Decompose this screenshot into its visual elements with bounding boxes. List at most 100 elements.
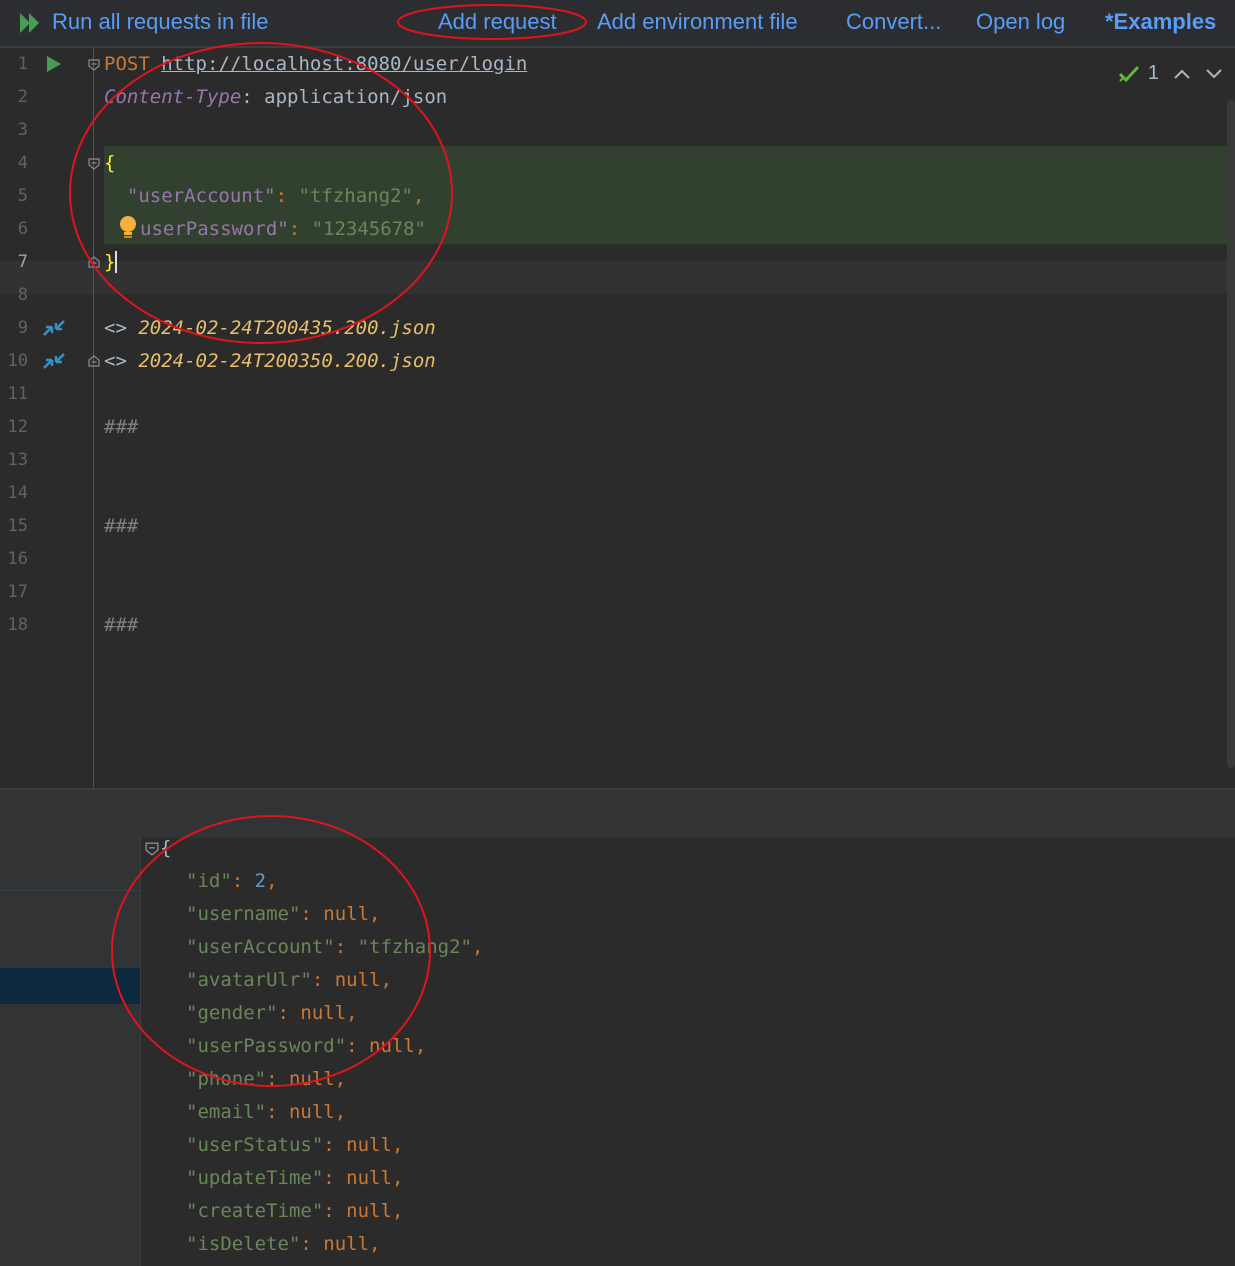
compare-with-file-icon[interactable] [40,348,68,374]
http-method: POST [104,53,150,75]
line-number: 13 [7,450,28,470]
line-number: 4 [17,153,28,173]
response-file-name[interactable]: 2024-02-24T200435.200.json [138,317,435,339]
json-key: "userAccount" [186,936,335,958]
file-prefix: <> [104,350,139,372]
json-value: null [369,1035,415,1057]
response-json-line: "email": null, [186,1101,347,1123]
json-value: null [346,1167,392,1189]
line-number: 7 [17,252,28,272]
json-key: "gender" [186,1002,278,1024]
json-key: "userPassword" [186,1035,347,1057]
sidebar-selected-item[interactable] [0,968,140,1004]
add-request-link[interactable]: Add request [438,9,557,35]
request-separator: ### [104,416,139,438]
line-number: 14 [7,483,28,503]
response-json-line: "phone": null, [186,1068,347,1090]
chevron-up-icon[interactable] [1173,68,1191,80]
http-request-editor[interactable]: 1 2 3 4 5 6 7 8 9 10 11 12 13 14 15 16 17 18 POST http://… [0,48,1235,788]
examples-link[interactable]: *Examples [1105,9,1216,35]
editor-scrollbar[interactable] [1227,100,1235,768]
response-json-line: "userStatus": null, [186,1134,404,1156]
line-number: 8 [17,285,28,305]
line-number: 5 [17,186,28,206]
request-line[interactable]: POST http://localhost:8080/user/login [104,48,527,81]
json-value: "tfzhang2" [298,185,413,207]
fold-end-icon[interactable] [88,355,100,367]
line-number: 12 [7,417,28,437]
chevron-down-icon[interactable] [1205,68,1223,80]
response-json-line: "userPassword": null, [186,1035,427,1057]
response-file-name[interactable]: 2024-02-24T200350.200.json [138,350,435,372]
json-key: "id" [186,870,232,892]
body-line-user-account[interactable]: "userAccount": "tfzhang2", [104,180,424,213]
add-environment-file-link[interactable]: Add environment file [597,9,798,35]
compare-with-file-icon[interactable] [40,315,68,341]
json-key: "isDelete" [186,1233,301,1255]
json-value: "tfzhang2" [357,936,472,958]
request-separator: ### [104,614,139,636]
header-separator: : [241,86,265,108]
json-value: null [323,1233,370,1255]
line-number: 17 [7,582,28,602]
json-value: null [334,969,381,991]
response-json-line: "id": 2, [186,870,278,892]
open-brace: { [104,152,116,174]
body-close-line[interactable]: } [104,246,118,279]
line-number: 2 [17,87,28,107]
json-value: null [323,903,370,925]
body-line-user-password[interactable]: userPassword": "12345678" [140,213,426,246]
response-json-line: "updateTime": null, [186,1167,404,1189]
run-request-icon[interactable] [46,54,62,74]
header-name: Content-Type [104,86,242,108]
http-client-toolbar: Run all requests in file Add request Add… [0,0,1235,48]
line-number: 11 [7,384,28,404]
json-value: null [288,1101,335,1123]
json-value: null [346,1200,392,1222]
json-key: "phone" [186,1068,267,1090]
json-key: "updateTime" [186,1167,324,1189]
caret-line-highlight [0,261,1235,294]
line-number: 16 [7,549,28,569]
sidebar-divider [0,890,140,891]
open-log-link[interactable]: Open log [976,9,1065,35]
request-url[interactable]: http://localhost:8080/user/login [161,53,527,75]
response-json-line: "gender": null, [186,1002,358,1024]
line-number: 6 [17,219,28,239]
header-line[interactable]: Content-Type: application/json [104,81,447,114]
inspection-count: 1 [1147,62,1159,84]
fold-icon[interactable] [88,158,100,170]
json-value: null [300,1002,347,1024]
fold-end-icon[interactable] [88,256,100,268]
file-prefix: <> [104,317,139,339]
response-file-link-1[interactable]: <> 2024-02-24T200435.200.json [104,312,436,345]
response-open-brace: { [160,837,172,859]
json-key: "userAccount" [126,185,276,207]
json-value: null [288,1068,335,1090]
line-number: 1 [17,54,28,74]
json-key: userPassword" [140,218,289,240]
header-value: application/json [264,86,448,108]
line-number: 9 [17,318,28,338]
run-all-requests-link[interactable]: Run all requests in file [52,9,268,35]
json-key: "createTime" [186,1200,324,1222]
json-value: 2 [254,870,267,892]
intention-bulb-icon[interactable] [118,215,138,241]
line-number: 3 [17,120,28,140]
response-json-line: "username": null, [186,903,381,925]
fold-icon[interactable] [145,842,159,856]
response-json-line: "isDelete": null, [186,1233,381,1255]
response-json-line: "avatarUlr": null, [186,969,392,991]
response-file-link-2[interactable]: <> 2024-02-24T200350.200.json [104,345,436,378]
fold-icon[interactable] [88,59,100,71]
convert-link[interactable]: Convert... [846,9,941,35]
body-open-line[interactable]: { [104,147,115,180]
checkmark-icon[interactable] [1118,64,1140,84]
run-all-icon[interactable] [18,10,44,36]
close-brace: } [104,251,118,273]
json-value: "12345678" [311,218,426,240]
line-number: 15 [7,516,28,536]
response-json-line: "userAccount": "tfzhang2", [186,936,484,958]
response-sidebar [0,838,141,1266]
panel-splitter[interactable] [0,788,1235,840]
